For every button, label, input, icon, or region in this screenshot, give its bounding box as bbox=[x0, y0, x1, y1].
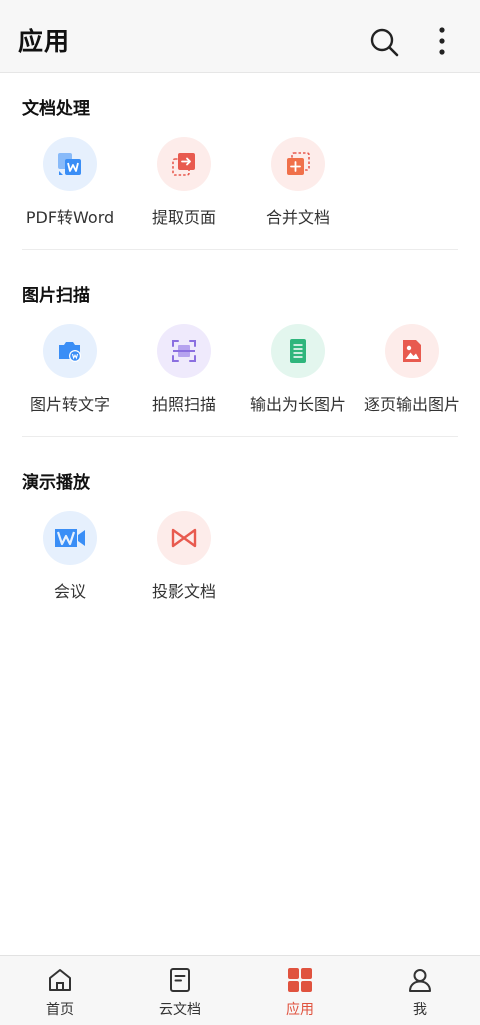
home-icon bbox=[49, 969, 71, 991]
photo-scan-icon bbox=[157, 324, 211, 378]
tool-label: 逐页输出图片 bbox=[363, 395, 460, 414]
tab-label: 首页 bbox=[46, 1002, 74, 1018]
tab-profile[interactable]: 我 bbox=[360, 956, 480, 1025]
page-title: 应用 bbox=[18, 27, 71, 56]
tool-merge-document[interactable]: 合并文档 bbox=[241, 137, 355, 237]
tool-label: 合并文档 bbox=[265, 208, 330, 227]
section-title-document: 文档处理 bbox=[22, 99, 90, 119]
tool-label: 拍照扫描 bbox=[151, 395, 216, 414]
more-vertical-icon[interactable] bbox=[430, 26, 454, 56]
tool-label: 投影文档 bbox=[151, 582, 216, 601]
tab-label: 应用 bbox=[286, 1002, 314, 1018]
profile-icon bbox=[409, 969, 431, 992]
tool-label: 提取页面 bbox=[151, 208, 216, 227]
extract-page-icon bbox=[157, 137, 211, 191]
tool-long-image[interactable]: 输出为长图片 bbox=[241, 324, 355, 424]
tool-photo-scan[interactable]: 拍照扫描 bbox=[127, 324, 241, 424]
tool-page-image[interactable]: 逐页输出图片 bbox=[355, 324, 469, 424]
bottom-tab-bar: 首页 云文档 应用 我 bbox=[0, 955, 480, 1025]
meeting-icon bbox=[43, 511, 97, 565]
projection-icon bbox=[157, 511, 211, 565]
section-title-image-scan: 图片扫描 bbox=[22, 286, 90, 306]
tab-label: 云文档 bbox=[159, 1002, 201, 1018]
tool-pdf-to-word[interactable]: PDF转Word bbox=[13, 137, 127, 237]
app-header: 应用 bbox=[0, 0, 480, 73]
tab-cloud-document[interactable]: 云文档 bbox=[120, 956, 240, 1025]
tool-projection[interactable]: 投影文档 bbox=[127, 511, 241, 611]
tool-label: 会议 bbox=[53, 582, 86, 601]
tab-label: 我 bbox=[413, 1002, 427, 1018]
tool-meeting[interactable]: 会议 bbox=[13, 511, 127, 611]
tool-image-to-text[interactable]: 图片转文字 bbox=[13, 324, 127, 424]
cloud-document-icon bbox=[170, 968, 190, 992]
tab-apps[interactable]: 应用 bbox=[240, 956, 360, 1025]
apps-grid-icon bbox=[288, 968, 312, 992]
page-image-icon bbox=[385, 324, 439, 378]
pdf-to-word-icon bbox=[43, 137, 97, 191]
tool-label: PDF转Word bbox=[25, 208, 115, 227]
tab-home[interactable]: 首页 bbox=[0, 956, 120, 1025]
search-icon[interactable] bbox=[368, 26, 400, 58]
image-to-text-icon bbox=[43, 324, 97, 378]
section-divider bbox=[22, 436, 458, 437]
tool-extract-page[interactable]: 提取页面 bbox=[127, 137, 241, 237]
section-divider bbox=[22, 249, 458, 250]
long-image-icon bbox=[271, 324, 325, 378]
section-title-presentation: 演示播放 bbox=[22, 473, 90, 493]
tool-label: 输出为长图片 bbox=[249, 395, 346, 414]
tool-label: 图片转文字 bbox=[29, 395, 110, 414]
merge-document-icon bbox=[271, 137, 325, 191]
